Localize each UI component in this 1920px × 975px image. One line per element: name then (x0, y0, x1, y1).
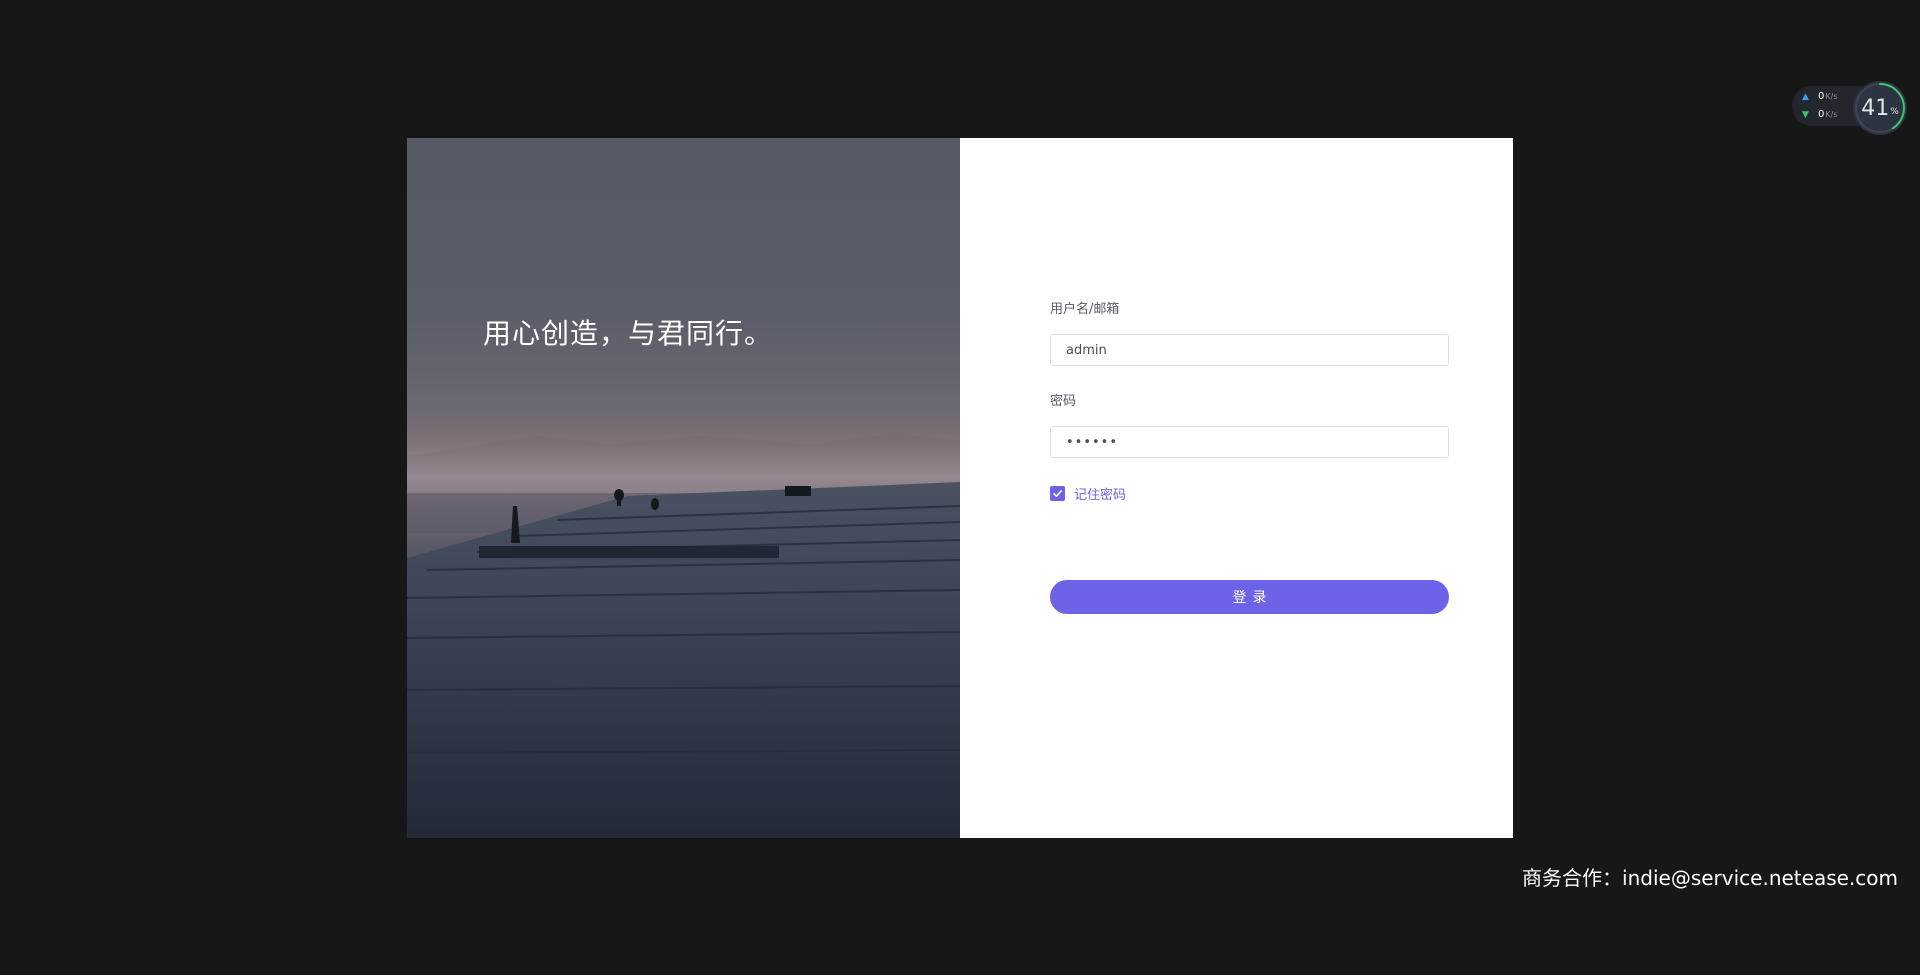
usage-gauge[interactable]: 41% (1852, 80, 1908, 136)
remember-password-checkbox[interactable]: 记住密码 (1050, 484, 1126, 503)
usage-readout: 41% (1852, 80, 1908, 136)
username-input[interactable] (1050, 334, 1449, 366)
password-input[interactable] (1050, 426, 1449, 458)
remember-password-label[interactable]: 记住密码 (1074, 484, 1126, 503)
upload-speed-value: 0 (1818, 91, 1825, 102)
download-speed-value: 0 (1818, 109, 1825, 120)
network-speed-widget[interactable]: ▲ 0 K/s ▼ 0 K/s 41% (1792, 80, 1910, 135)
upload-speed-unit: K/s (1825, 92, 1838, 101)
download-speed: ▼ 0 K/s (1802, 109, 1837, 120)
login-card: 用心创造，与君同行。 用户名/邮箱 密码 记住密码 登录 (407, 138, 1513, 838)
password-label: 密码 (1050, 394, 1077, 409)
login-button[interactable]: 登录 (1050, 580, 1449, 614)
hero-panel: 用心创造，与君同行。 (407, 138, 960, 838)
usage-value: 41 (1861, 95, 1890, 121)
upload-speed: ▲ 0 K/s (1802, 91, 1837, 102)
download-speed-unit: K/s (1825, 110, 1838, 119)
username-label: 用户名/邮箱 (1050, 302, 1120, 317)
login-form: 用户名/邮箱 密码 记住密码 登录 (960, 138, 1513, 838)
business-contact: 商务合作：indie@service.netease.com (1522, 866, 1898, 890)
checkbox-checked-icon[interactable] (1050, 486, 1065, 501)
download-arrow-icon: ▼ (1802, 109, 1809, 120)
usage-unit: % (1890, 107, 1899, 117)
upload-arrow-icon: ▲ (1802, 91, 1809, 102)
lake-dock-illustration (407, 434, 960, 838)
hero-slogan: 用心创造，与君同行。 (483, 317, 774, 350)
